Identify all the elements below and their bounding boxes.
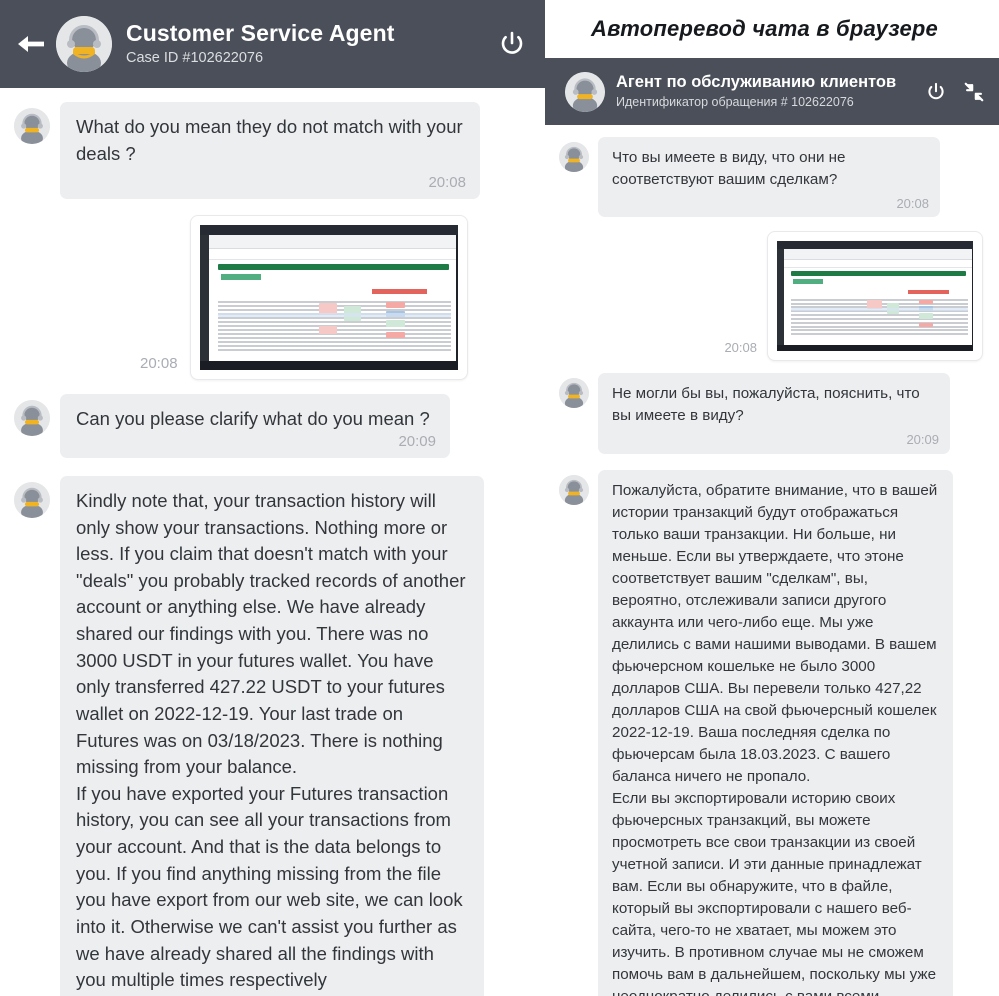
chat-screenshot-root: Customer Service Agent Case ID #10262207… [0, 0, 999, 996]
right-header-titles: Агент по обслуживанию клиентов Идентифик… [616, 73, 925, 111]
message-text: Пожалуйста, обратите внимание, что в ваш… [612, 481, 938, 996]
avatar [559, 378, 589, 409]
message-bubble: Не могли бы вы, пожалуйста, пояснить, чт… [598, 373, 950, 454]
avatar [559, 142, 589, 172]
left-chat-header: Customer Service Agent Case ID #10262207… [0, 0, 545, 88]
message-item: Что вы имеете в виду, что они не соответ… [545, 137, 999, 218]
spreadsheet-screenshot-thumbnail[interactable] [777, 241, 973, 352]
power-icon[interactable] [497, 29, 527, 59]
image-attachment[interactable] [767, 231, 983, 362]
message-text: What do you mean they do not match with … [76, 116, 468, 164]
avatar [56, 16, 112, 72]
message-bubble: What do you mean they do not match with … [60, 102, 480, 199]
left-header-titles: Customer Service Agent Case ID #10262207… [126, 20, 497, 68]
message-item: Не могли бы вы, пожалуйста, пояснить, чт… [545, 373, 999, 454]
image-attachment[interactable] [189, 214, 468, 380]
message-timestamp: 20:08 [724, 340, 757, 356]
left-message-list[interactable]: What do you mean they do not match with … [0, 88, 545, 996]
message-item: Can you please clarify what do you mean … [0, 393, 545, 458]
message-item: Kindly note that, your transaction histo… [0, 475, 545, 996]
power-icon[interactable] [925, 81, 947, 103]
back-arrow-icon[interactable] [14, 27, 48, 61]
message-timestamp: 20:08 [428, 174, 466, 192]
avatar [565, 71, 605, 112]
page-title: Агент по обслуживанию клиентов [616, 72, 897, 91]
left-chat-panel: Customer Service Agent Case ID #10262207… [0, 0, 545, 996]
message-timestamp: 20:08 [140, 354, 178, 372]
auto-translate-label: Автоперевод чата в браузере [591, 16, 938, 41]
right-translated-chat-panel: Автоперевод чата в браузере Агент по обс… [545, 0, 999, 996]
message-text: Kindly note that, your transaction histo… [76, 489, 466, 991]
right-message-list[interactable]: Что вы имеете в виду, что они не соответ… [545, 125, 999, 996]
message-text: Что вы имеете в виду, что они не соответ… [612, 149, 850, 189]
avatar [14, 481, 50, 518]
message-text: Can you please clarify what do you mean … [76, 407, 430, 429]
message-bubble: Что вы имеете в виду, что они не соответ… [598, 137, 940, 218]
avatar [14, 399, 50, 436]
collapse-icon[interactable] [963, 81, 985, 103]
page-title: Customer Service Agent [126, 19, 395, 46]
message-text: Не могли бы вы, пожалуйста, пояснить, чт… [612, 385, 924, 425]
message-timestamp: 20:08 [896, 196, 929, 212]
message-timestamp: 20:09 [398, 433, 436, 451]
message-bubble: Kindly note that, your transaction histo… [60, 475, 484, 996]
case-id-label: Идентификатор обращения # 102622076 [616, 94, 854, 109]
avatar [559, 474, 589, 505]
message-bubble: Пожалуйста, обратите внимание, что в ваш… [598, 469, 953, 996]
case-id-label: Case ID #102622076 [126, 50, 264, 67]
right-chat-header: Агент по обслуживанию клиентов Идентифик… [545, 58, 999, 125]
spreadsheet-screenshot-thumbnail[interactable] [199, 224, 458, 370]
message-item: What do you mean they do not match with … [0, 102, 545, 199]
message-item: Пожалуйста, обратите внимание, что в ваш… [545, 469, 999, 996]
message-timestamp: 20:09 [906, 432, 939, 448]
message-bubble: Can you please clarify what do you mean … [60, 393, 450, 458]
avatar [14, 108, 50, 144]
message-item-image: 20:08 [0, 214, 545, 380]
auto-translate-banner: Автоперевод чата в браузере [545, 0, 999, 58]
message-item-image: 20:08 [545, 231, 999, 362]
